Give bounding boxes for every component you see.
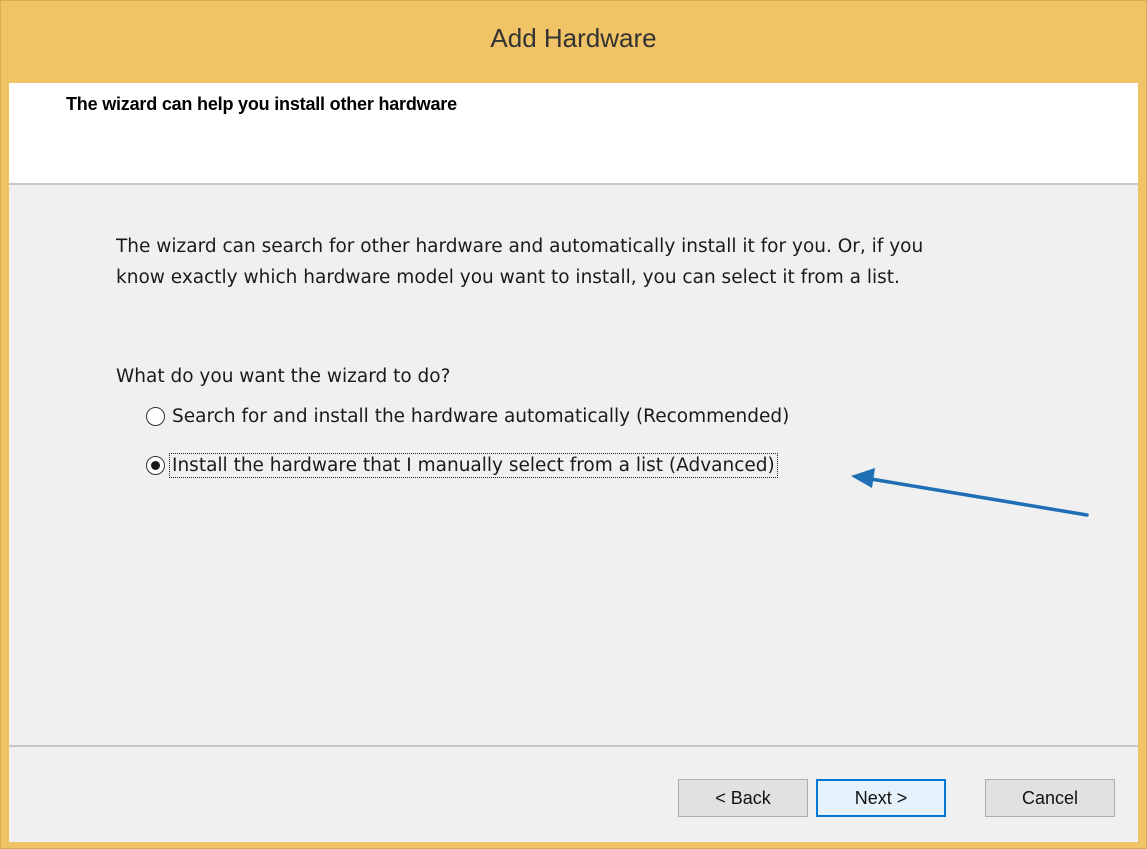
option-label-manual[interactable]: Install the hardware that I manually sel… xyxy=(169,453,778,478)
option-manual-select[interactable]: Install the hardware that I manually sel… xyxy=(146,453,778,478)
intro-line-1: The wizard can search for other hardware… xyxy=(116,236,924,257)
header-title: The wizard can help you install other ha… xyxy=(66,94,457,114)
next-button[interactable]: Next > xyxy=(816,779,946,817)
add-hardware-window: Add Hardware The wizard can help you ins… xyxy=(0,0,1147,849)
intro-text: The wizard can search for other hardware… xyxy=(116,231,1046,293)
cancel-button[interactable]: Cancel xyxy=(985,779,1115,817)
option-label-search[interactable]: Search for and install the hardware auto… xyxy=(170,405,791,428)
radio-search-automatically[interactable] xyxy=(146,407,165,426)
footer-divider xyxy=(9,745,1138,747)
intro-line-2: know exactly which hardware model you wa… xyxy=(116,267,900,288)
window-title: Add Hardware xyxy=(490,22,657,53)
radio-manual-select[interactable] xyxy=(146,456,165,475)
question-label: What do you want the wizard to do? xyxy=(116,366,451,387)
title-bar[interactable]: Add Hardware xyxy=(1,1,1146,83)
wizard-header: The wizard can help you install other ha… xyxy=(9,83,1138,185)
wizard-client-area: The wizard can help you install other ha… xyxy=(9,83,1138,842)
option-search-automatically[interactable]: Search for and install the hardware auto… xyxy=(146,405,791,428)
back-button[interactable]: < Back xyxy=(678,779,808,817)
